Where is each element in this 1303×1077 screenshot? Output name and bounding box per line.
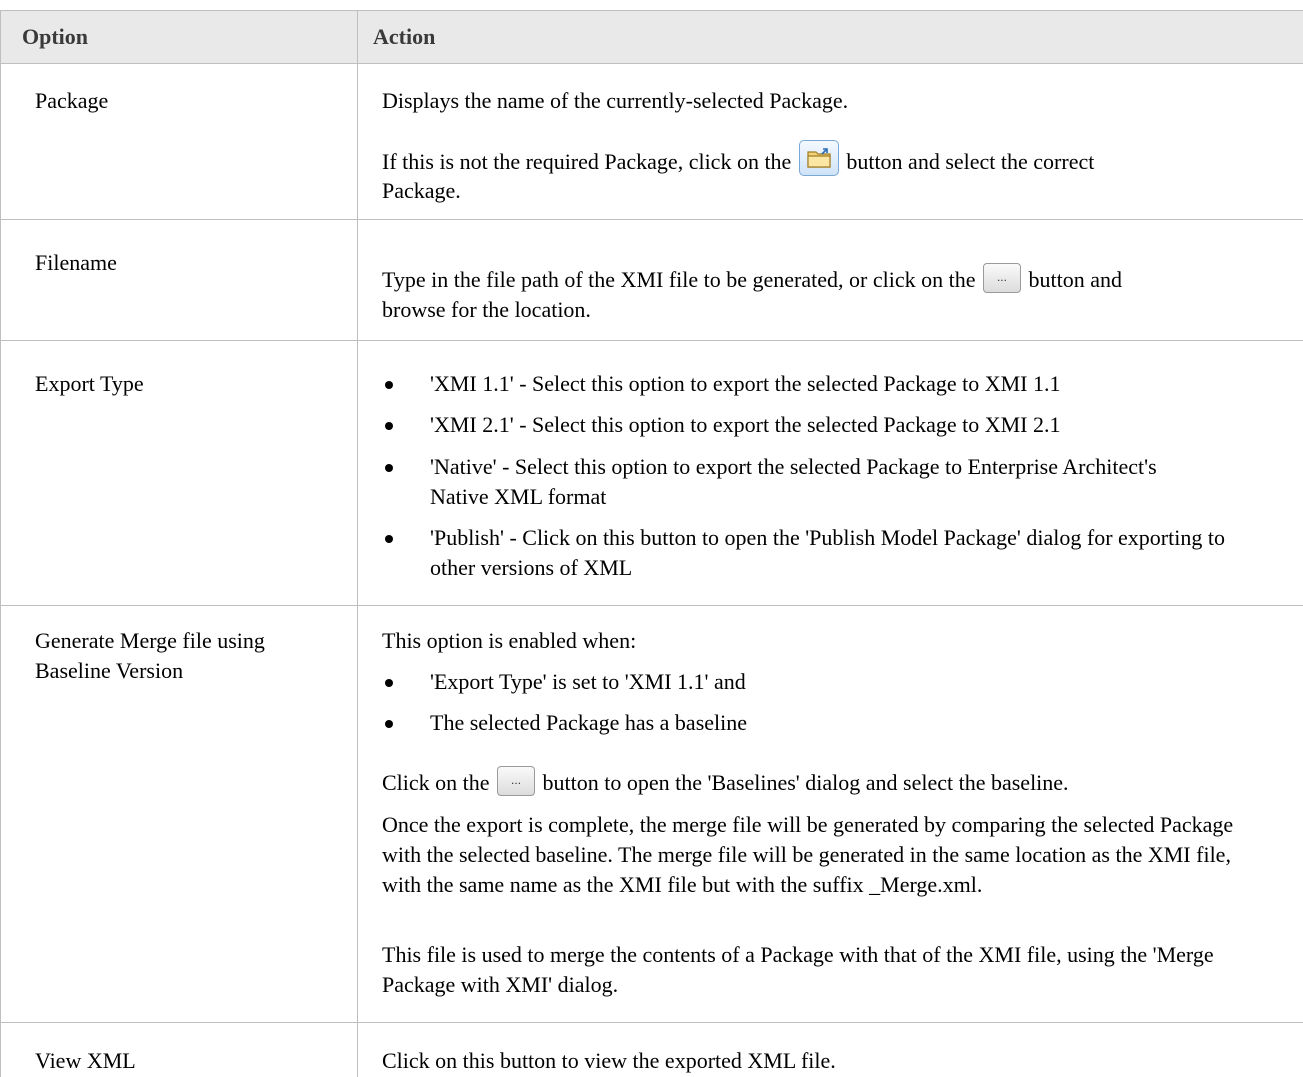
row-divider	[0, 219, 1303, 220]
filename-instruction: Type in the file path of the XMI file to…	[382, 262, 1287, 297]
row-divider	[0, 605, 1303, 606]
ellipsis-icon: ...	[996, 269, 1007, 284]
option-view-xml: View XML	[35, 1048, 136, 1073]
filename-instruction-cont: browse for the location.	[382, 297, 591, 322]
header-action: Action	[373, 24, 436, 49]
merge-click-instruction: Click on the ... button to open the 'Bas…	[382, 765, 1287, 800]
merge-intro: This option is enabled when:	[382, 628, 637, 653]
package-instruction-cont: Package.	[382, 178, 461, 203]
folder-icon	[807, 148, 831, 168]
row-divider	[0, 340, 1303, 341]
view-xml-description: Click on this button to view the exporte…	[382, 1048, 836, 1073]
option-generate-merge: Generate Merge file using Baseline Versi…	[35, 628, 265, 683]
row-divider	[0, 1022, 1303, 1023]
header-option: Option	[22, 24, 89, 49]
folder-button	[798, 140, 839, 176]
merge-paragraph-1: Once the export is complete, the merge f…	[382, 812, 1234, 897]
option-export-type: Export Type	[35, 371, 144, 396]
option-package: Package	[35, 88, 109, 113]
ellipsis-icon: ...	[511, 772, 522, 787]
ellipsis-button: ...	[497, 765, 536, 796]
table-left-border	[0, 10, 1, 1077]
merge-paragraph-2: This file is used to merge the contents …	[382, 942, 1214, 997]
ellipsis-button: ...	[982, 262, 1021, 293]
option-filename: Filename	[35, 250, 117, 275]
column-divider	[357, 10, 358, 1077]
table-header: Option Action	[0, 10, 1303, 64]
package-description: Displays the name of the currently-selec…	[382, 88, 849, 113]
